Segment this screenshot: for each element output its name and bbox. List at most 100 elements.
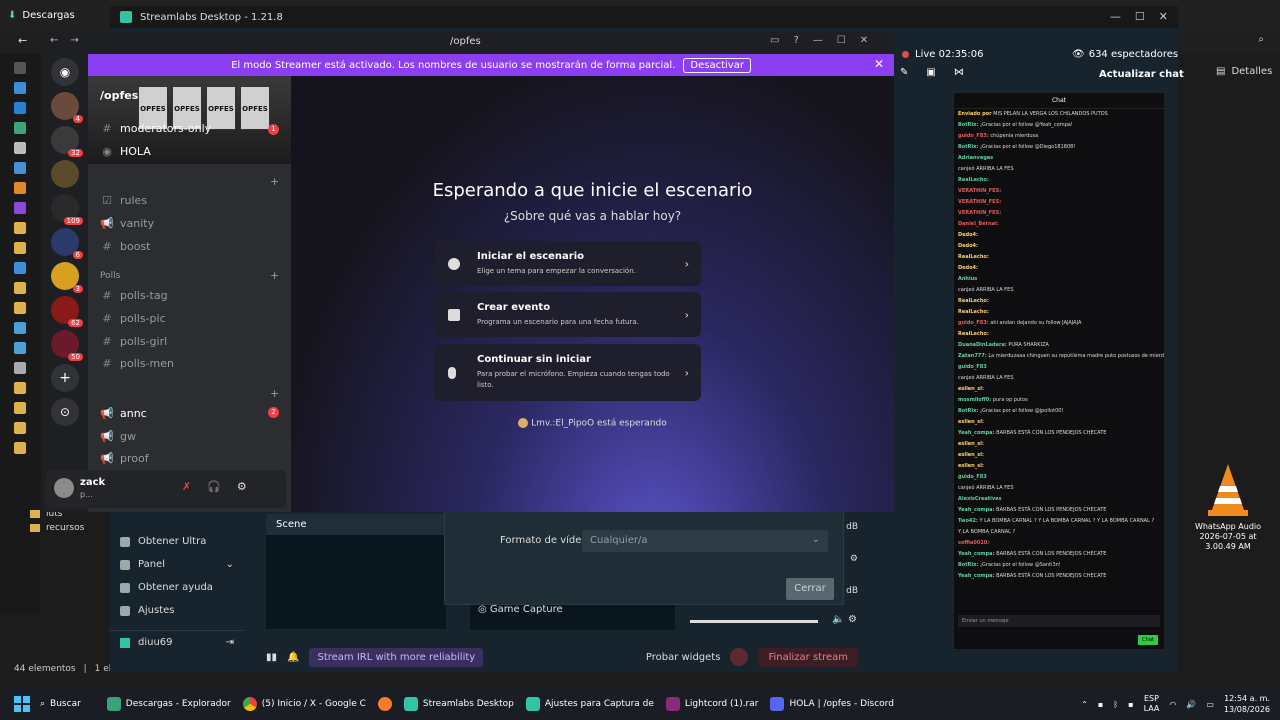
channel-polls-girl[interactable]: # polls-girl xyxy=(100,335,167,348)
chat-username[interactable]: AlexisCreatives xyxy=(958,496,1002,502)
edit-icon[interactable]: ✎ xyxy=(900,67,908,78)
close-icon[interactable]: ✕ xyxy=(874,57,884,71)
chat-username[interactable]: RealLecho: xyxy=(958,254,989,260)
channel-gw[interactable]: 📢 gw xyxy=(100,430,136,443)
channel-polls-tag[interactable]: # polls-tag xyxy=(100,289,167,302)
chat-username[interactable]: Daniel_Bernal: xyxy=(958,221,999,227)
chat-username[interactable]: RealLecho: xyxy=(958,309,989,315)
taskbar-streamlabs[interactable]: Streamlabs Desktop xyxy=(403,697,514,711)
chat-username[interactable]: Enviado por xyxy=(958,111,992,117)
vlc-file-icon[interactable] xyxy=(1198,460,1258,520)
server-icon[interactable]: 50 xyxy=(51,330,83,361)
folder-icon[interactable] xyxy=(14,282,26,294)
bluetooth-icon[interactable]: ᛒ xyxy=(1113,700,1118,709)
chat-username[interactable]: esllen_sl: xyxy=(958,441,984,447)
videos-icon[interactable] xyxy=(14,202,26,214)
headphones-icon[interactable]: 🎧 xyxy=(207,480,221,493)
documents-icon[interactable] xyxy=(14,142,26,154)
chat-username[interactable]: Dedo4: xyxy=(958,232,978,238)
chat-username[interactable]: VERATHIN_FES: xyxy=(958,188,1001,194)
finalize-stream-button[interactable]: Finalizar stream xyxy=(758,647,858,667)
taskbar-explorer[interactable]: Descargas - Explorador xyxy=(106,697,231,711)
back-icon[interactable]: ← xyxy=(18,34,27,47)
chat-username[interactable]: BotRix: xyxy=(958,562,978,568)
chat-username[interactable]: esllen_sl: xyxy=(958,386,984,392)
channel-vanity[interactable]: 📢 vanity xyxy=(100,217,154,230)
minimize-icon[interactable]: — xyxy=(813,35,823,46)
source-item[interactable]: Game Capture xyxy=(490,604,563,615)
server-icon[interactable]: 62 xyxy=(51,296,83,327)
mic-muted-icon[interactable]: ✗ xyxy=(182,480,191,493)
details-button[interactable]: ▤ Detalles xyxy=(1216,66,1272,77)
back-icon[interactable]: ← xyxy=(50,35,58,46)
inbox-icon[interactable]: ▭ xyxy=(770,35,779,46)
help-icon[interactable]: ? xyxy=(793,35,798,46)
channel-proof[interactable]: 📢 proof xyxy=(100,452,148,465)
chat-username[interactable]: DuanaDinLadera: xyxy=(958,342,1007,348)
home-icon[interactable] xyxy=(14,62,26,74)
taskbar-chrome[interactable]: (5) Inicio / X - Google C xyxy=(242,697,366,711)
taskbar-firefox[interactable] xyxy=(377,697,392,711)
category-polls[interactable]: Polls xyxy=(100,271,120,281)
taskbar-discord[interactable]: HOLA | /opfes - Discord xyxy=(770,697,894,711)
channel-polls-pic[interactable]: # polls-pic xyxy=(100,312,165,325)
chat-username[interactable]: RealLecho: xyxy=(958,331,989,337)
popout-icon[interactable]: ▣ xyxy=(926,67,935,78)
chat-username[interactable]: esllen_sl: xyxy=(958,419,984,425)
chat-username[interactable]: BotRix: xyxy=(958,122,978,128)
chat-username[interactable]: Yeah_compa: xyxy=(958,573,995,579)
server-name[interactable]: /opfes xyxy=(100,89,138,102)
channel-annc[interactable]: 📢 annc xyxy=(100,407,147,420)
forward-icon[interactable]: → xyxy=(70,35,78,46)
chat-username[interactable]: mosmiloff0: xyxy=(958,397,991,403)
folder-icon[interactable] xyxy=(14,402,26,414)
chat-username[interactable]: Yeah_compa: xyxy=(958,507,995,513)
tray-app-icon[interactable]: ▪ xyxy=(1128,700,1133,709)
channel-moderators-only[interactable]: # moderators-only xyxy=(100,122,211,135)
folder-icon[interactable] xyxy=(14,242,26,254)
chat-username[interactable]: Yeah_compa: xyxy=(958,551,995,557)
sidebar-item-settings[interactable]: Ajustes xyxy=(110,599,244,622)
chat-username[interactable]: VERATHIN_FES: xyxy=(958,210,1001,216)
speaker-icon[interactable]: 🔈 xyxy=(832,614,844,625)
taskbar-rar[interactable]: Lightcord (1).rar xyxy=(665,697,758,711)
chat-username[interactable]: VERATHIN_FES: xyxy=(958,199,1001,205)
folder-icon[interactable] xyxy=(14,422,26,434)
chat-username[interactable]: BotRix: xyxy=(958,408,978,414)
maximize-icon[interactable]: ☐ xyxy=(1135,10,1145,23)
server-icon[interactable] xyxy=(51,160,79,188)
add-server-icon[interactable]: + xyxy=(51,364,79,392)
close-icon[interactable]: ✕ xyxy=(860,35,868,46)
drive-icon[interactable] xyxy=(14,342,26,354)
volume-icon[interactable]: 🔊 xyxy=(1186,700,1196,709)
chat-username[interactable]: BotRix: xyxy=(958,144,978,150)
chat-username[interactable]: esllen_sl: xyxy=(958,452,984,458)
chat-username[interactable]: RealLecho: xyxy=(958,298,989,304)
continue-without-starting-button[interactable]: Continuar sin iniciar Para probar el mic… xyxy=(434,344,701,401)
chevron-up-icon[interactable]: ⌃ xyxy=(1081,700,1088,709)
folder-icon[interactable] xyxy=(14,442,26,454)
drive-icon[interactable] xyxy=(14,322,26,334)
avatar[interactable] xyxy=(54,478,74,498)
discover-icon[interactable]: ⊙ xyxy=(51,398,79,426)
logout-icon[interactable]: ⇥ xyxy=(226,637,234,648)
channel-boost[interactable]: # boost xyxy=(100,240,150,253)
chat-username[interactable]: soffia0010: xyxy=(958,540,989,546)
chat-username[interactable]: guido_F83: xyxy=(958,133,989,139)
folder-icon[interactable] xyxy=(14,382,26,394)
minimize-icon[interactable]: — xyxy=(1110,10,1121,23)
wifi-icon[interactable]: ◠ xyxy=(1169,700,1176,709)
chat-username[interactable]: guido_F83 xyxy=(958,364,987,370)
notification-icon[interactable]: 🔔 xyxy=(287,652,299,663)
add-channel-icon[interactable]: + xyxy=(270,175,279,188)
battery-icon[interactable]: ▭ xyxy=(1206,700,1214,709)
folder-icon[interactable] xyxy=(14,262,26,274)
chat-username[interactable]: Yeah_compa: xyxy=(958,430,995,436)
chat-username[interactable]: Adrianvegas xyxy=(958,155,993,161)
gear-icon[interactable]: ⚙ xyxy=(850,554,858,564)
record-button[interactable] xyxy=(730,648,749,666)
chat-input[interactable]: Enviar un mensaje xyxy=(958,615,1160,627)
streamlabs-user[interactable]: diuu69 ⇥ xyxy=(110,630,244,654)
close-button[interactable]: Cerrar xyxy=(786,578,834,600)
test-widgets-button[interactable]: Probar widgets xyxy=(646,652,721,663)
